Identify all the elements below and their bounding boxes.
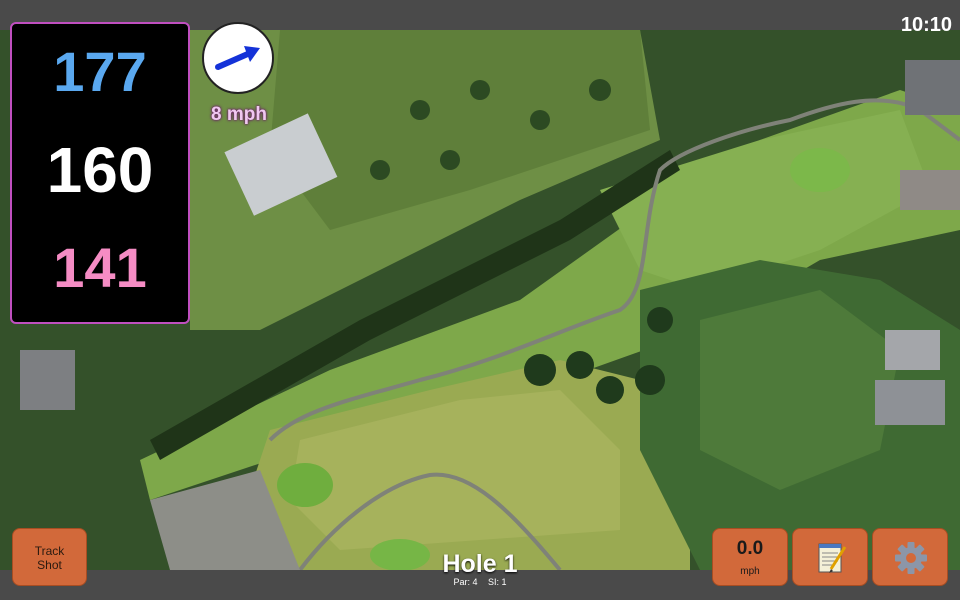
gear-icon: [895, 542, 927, 574]
back-yardage: 177: [53, 40, 147, 103]
center-yardage: 160: [46, 134, 154, 206]
wind-direction-indicator: [202, 22, 274, 94]
speed-unit: mph: [740, 566, 760, 577]
front-yardage: 141: [53, 236, 147, 299]
wind-speed: 8 mph: [211, 104, 267, 125]
clock: 10:10: [900, 14, 952, 36]
speed-value: 0.0: [736, 538, 764, 559]
hole-par: Par: 4: [453, 577, 478, 587]
golf-gps-screen: 10:10 177 160 141 8 mph Track Shot Hole …: [0, 0, 960, 600]
hole-stroke-index: SI: 1: [488, 577, 507, 587]
track-shot-button[interactable]: Track Shot: [12, 528, 87, 586]
yardage-panel[interactable]: 177 160 141: [10, 22, 190, 324]
track-shot-label-line2: Shot: [37, 558, 62, 572]
wind-direction-arrow-icon: [215, 46, 260, 70]
hole-info: Par: 4 SI: 1: [380, 577, 580, 587]
settings-button[interactable]: [872, 528, 948, 586]
track-shot-label-line1: Track: [34, 544, 65, 558]
notepad-icon: [818, 543, 847, 573]
notes-button[interactable]: [792, 528, 868, 586]
speed-button[interactable]: 0.0 mph: [712, 528, 788, 586]
hole-title: Hole 1: [442, 550, 518, 578]
